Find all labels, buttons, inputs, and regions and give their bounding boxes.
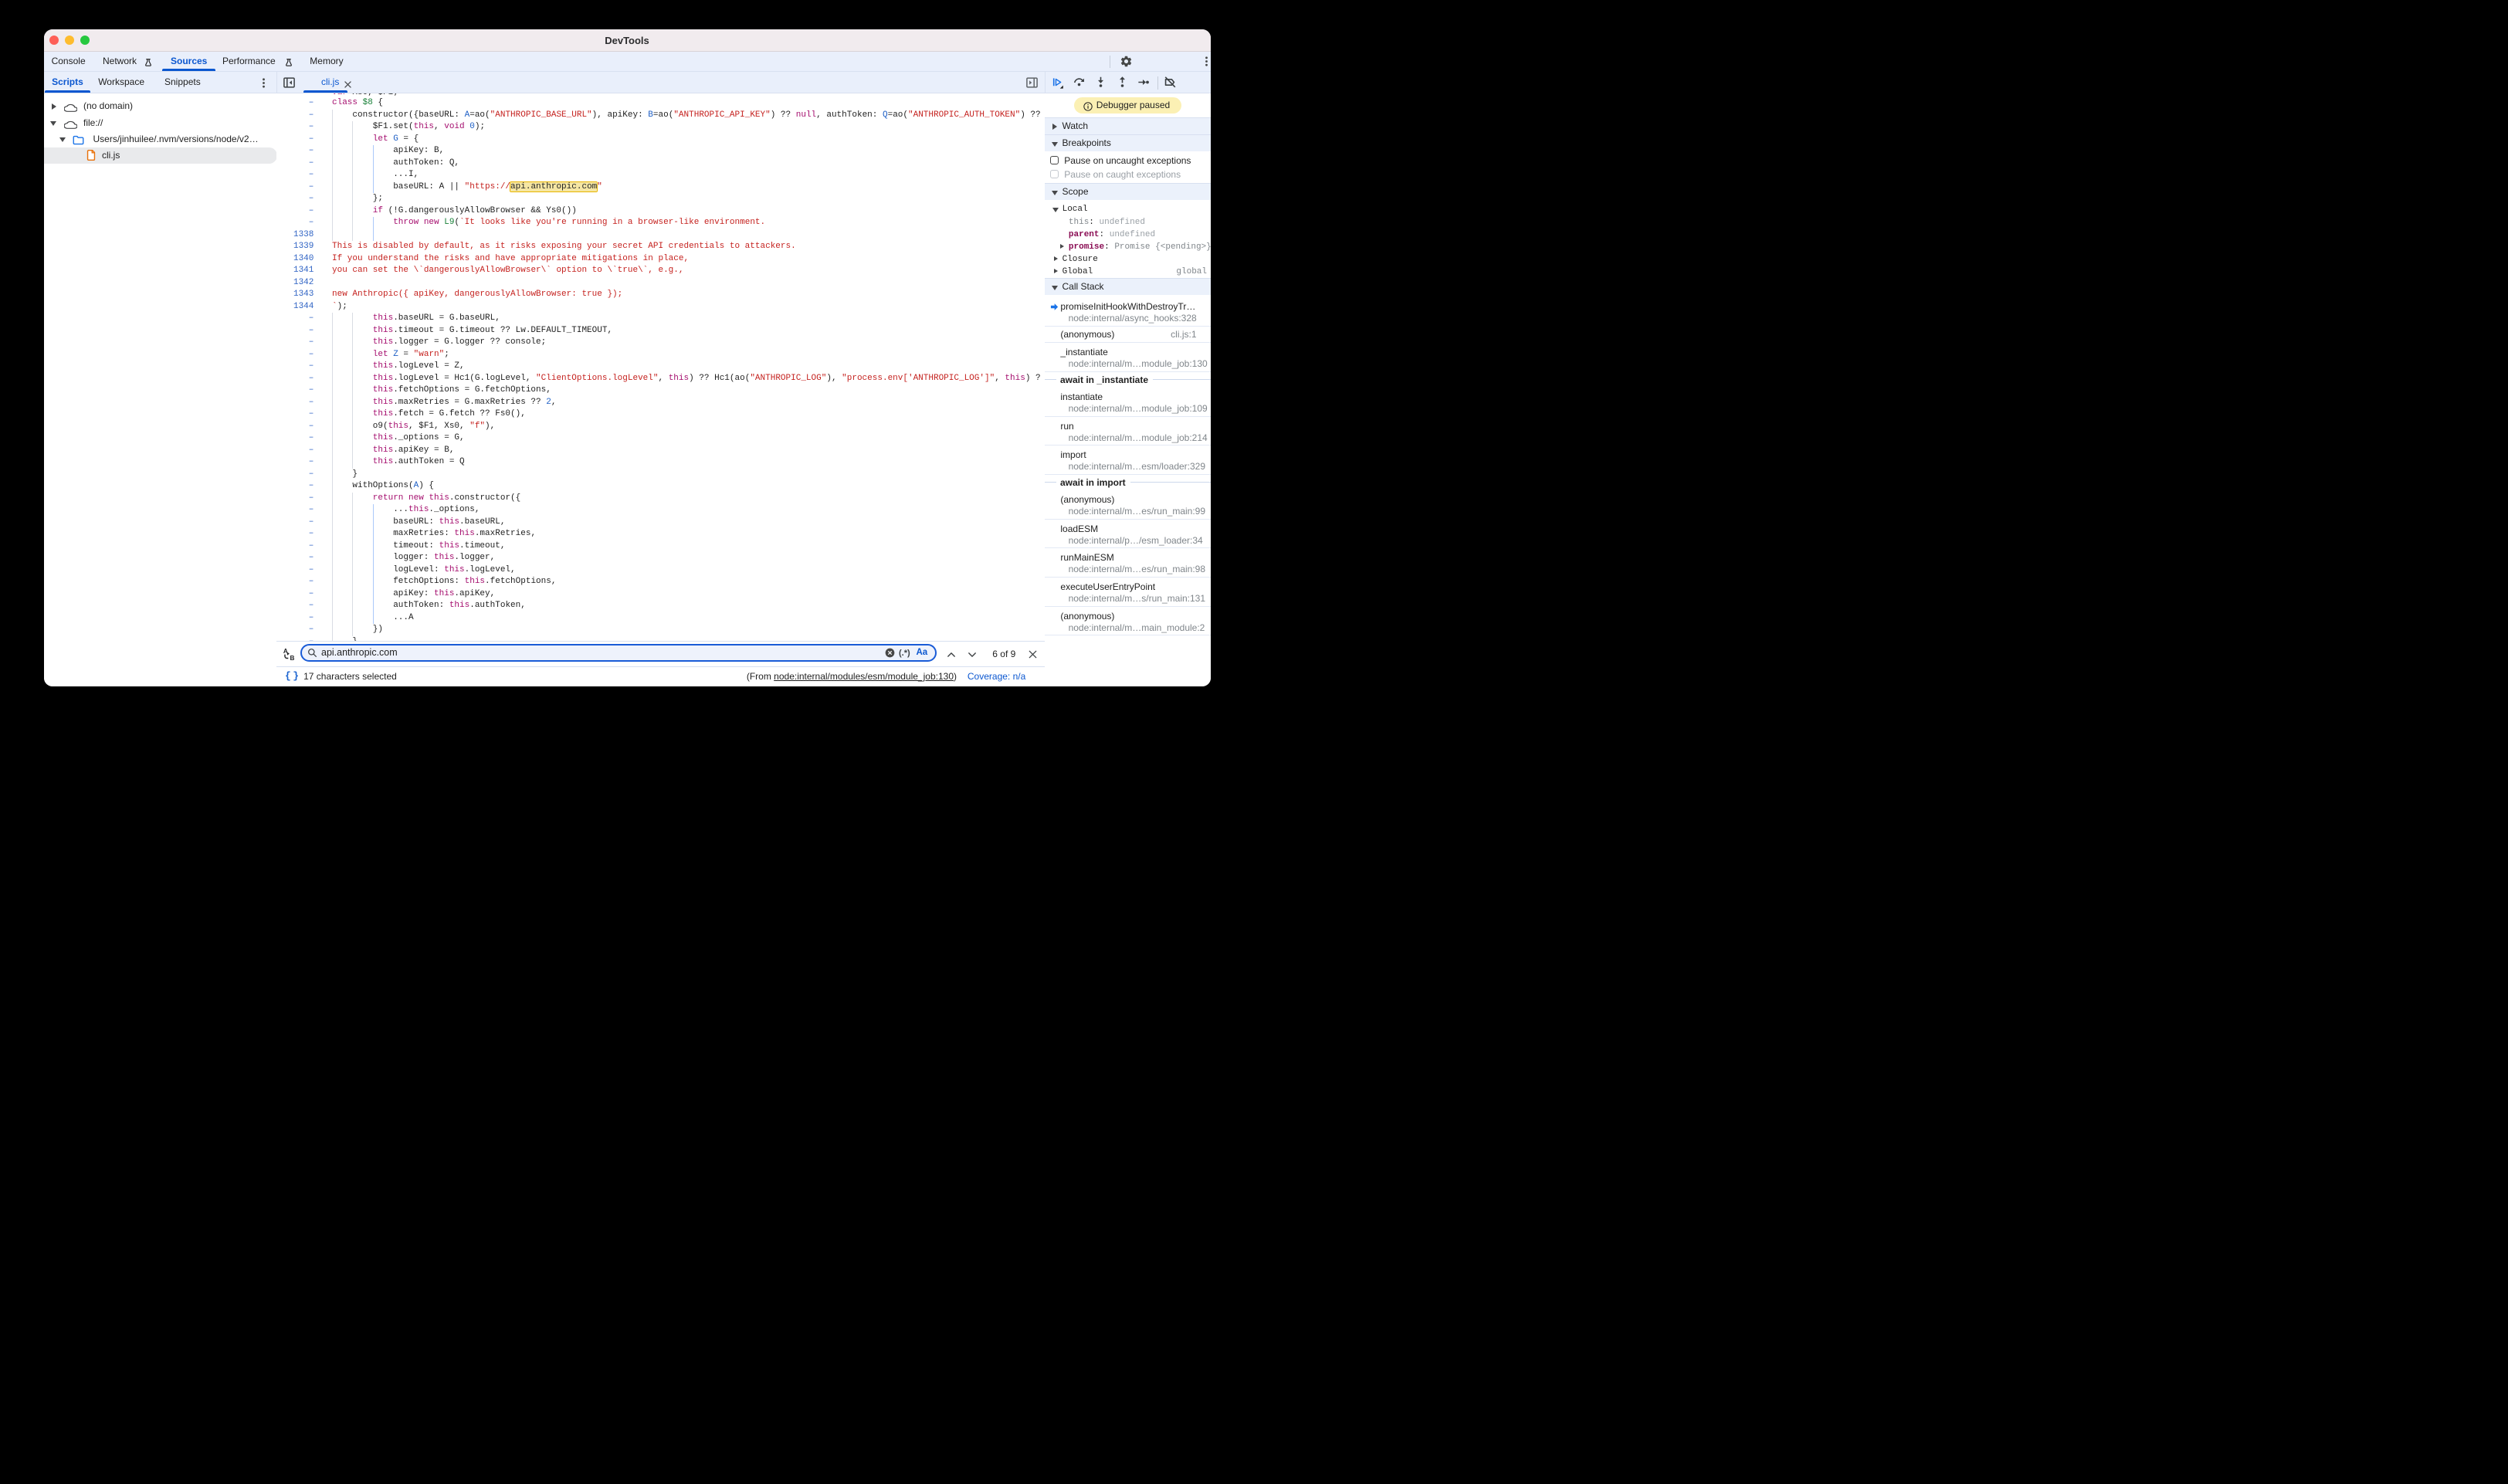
svg-text:B: B [290, 655, 295, 662]
